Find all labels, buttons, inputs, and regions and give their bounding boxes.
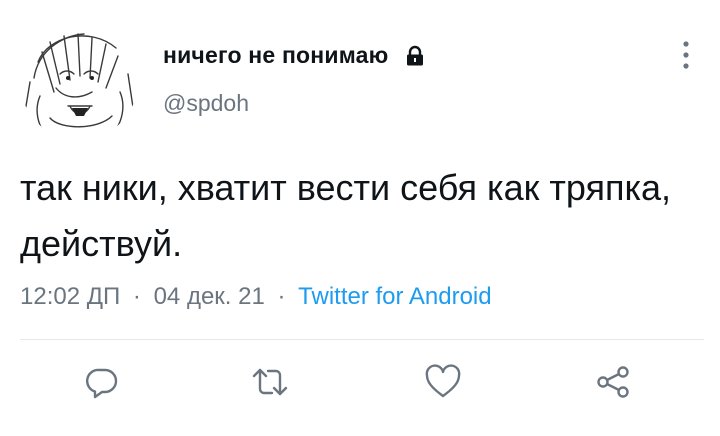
tweet-time[interactable]: 12:02 ДП bbox=[20, 283, 120, 310]
lock-icon bbox=[404, 45, 426, 67]
like-button[interactable] bbox=[423, 362, 463, 402]
reply-button[interactable] bbox=[82, 362, 122, 402]
display-name-row: ничего не понимаю bbox=[163, 42, 426, 69]
tweet-source-link[interactable]: Twitter for Android bbox=[298, 283, 491, 310]
meta-separator: · bbox=[132, 283, 141, 310]
share-icon bbox=[597, 366, 629, 398]
avatar[interactable] bbox=[20, 22, 138, 140]
avatar-sketch-icon bbox=[20, 22, 138, 140]
retweet-icon bbox=[252, 368, 288, 396]
tweet-date[interactable]: 04 дек. 21 bbox=[154, 283, 265, 310]
retweet-button[interactable] bbox=[250, 362, 290, 402]
heart-icon bbox=[425, 364, 461, 398]
divider bbox=[20, 339, 704, 340]
reply-icon bbox=[86, 368, 118, 399]
more-vertical-icon[interactable] bbox=[674, 38, 698, 74]
tweet-meta: 12:02 ДП · 04 дек. 21 · Twitter for Andr… bbox=[20, 283, 492, 311]
meta-separator: · bbox=[277, 283, 286, 310]
display-name[interactable]: ничего не понимаю bbox=[163, 42, 388, 69]
user-handle[interactable]: @spdoh bbox=[163, 90, 249, 117]
tweet: ничего не понимаю @spdoh так ники, хвати… bbox=[0, 0, 720, 436]
share-button[interactable] bbox=[593, 362, 633, 402]
tweet-text: так ники, хватит вести себя как тряпка, … bbox=[20, 167, 672, 264]
